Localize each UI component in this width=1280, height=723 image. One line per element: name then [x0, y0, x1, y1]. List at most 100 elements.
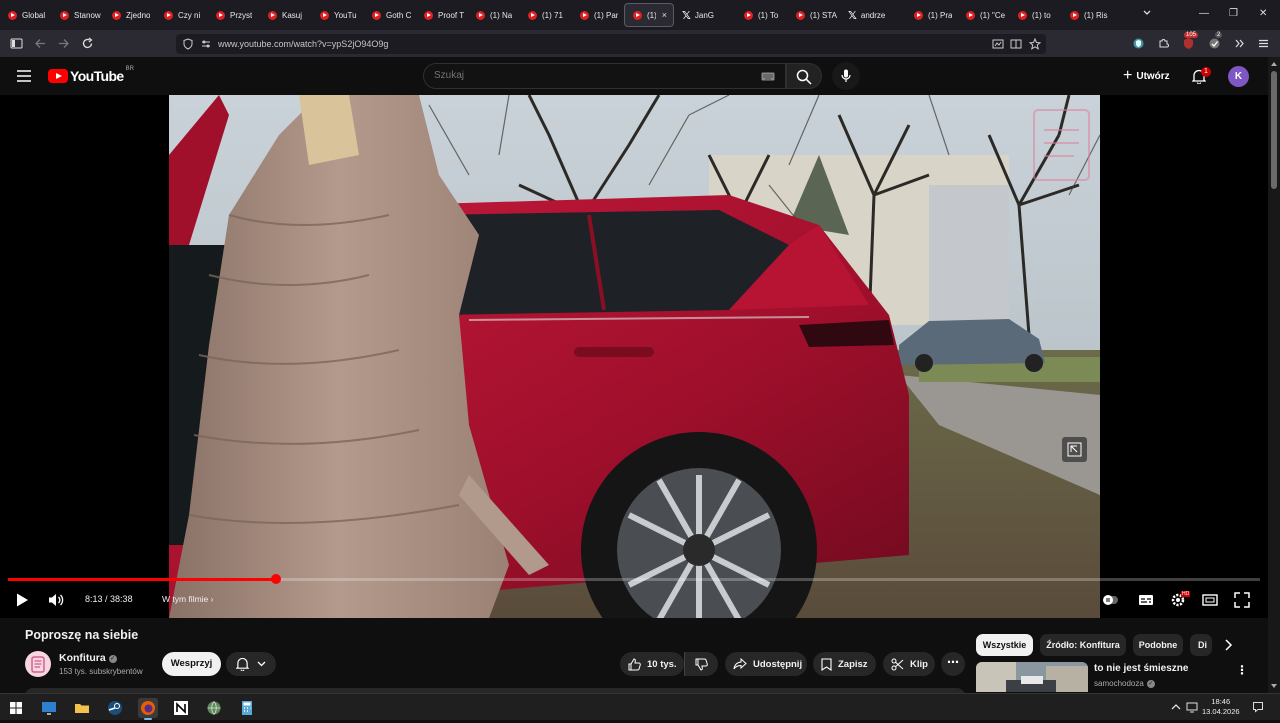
windows-start-icon[interactable]	[6, 698, 26, 718]
browser-tab[interactable]: Kasuj	[260, 2, 312, 28]
chapter-button[interactable]: W tym filmie ›	[162, 594, 214, 604]
browser-tab[interactable]: Stanow	[52, 2, 104, 28]
maximize-icon[interactable]: ❐	[1229, 8, 1238, 19]
browser-tab[interactable]: 𝕏 JanG	[674, 2, 736, 28]
taskbar-steam[interactable]	[105, 698, 125, 718]
back-arrow-icon[interactable]	[34, 37, 47, 50]
like-button[interactable]: 10 tys.	[620, 652, 684, 676]
taskbar-globe-app[interactable]	[204, 698, 224, 718]
recommendation-more-icon[interactable]: ⋮	[1236, 663, 1248, 677]
progress-bar[interactable]	[8, 574, 1260, 584]
video-frame[interactable]	[169, 95, 1100, 618]
support-button[interactable]: Wesprzyj	[162, 652, 221, 676]
channel-name[interactable]: Konfitura ✓	[59, 652, 117, 664]
browser-tab[interactable]: 𝕏andrze	[840, 2, 906, 28]
miniplayer-overlay-button[interactable]	[1062, 437, 1087, 462]
taskbar-firefox[interactable]	[138, 698, 158, 720]
browser-tab[interactable]: (1) Na	[468, 2, 520, 28]
browser-tab[interactable]: (1) STA	[788, 2, 840, 28]
bookmark-star-icon[interactable]	[1029, 38, 1041, 50]
guide-menu-icon[interactable]	[17, 70, 31, 82]
address-bar[interactable]: www.youtube.com/watch?v=ypS2jO94O9g	[176, 34, 1046, 54]
taskbar-file-explorer[interactable]	[72, 698, 92, 718]
volume-icon[interactable]	[48, 592, 64, 608]
subtitles-icon[interactable]	[1138, 592, 1154, 608]
share-button[interactable]: Udostępnij	[725, 652, 807, 676]
hamburger-menu-icon[interactable]	[1257, 37, 1270, 50]
play-icon[interactable]	[14, 592, 30, 608]
notification-center-icon[interactable]	[1252, 701, 1264, 713]
browser-tab[interactable]: Proof T	[416, 2, 468, 28]
fullscreen-icon[interactable]	[1234, 592, 1250, 608]
scroll-down-arrow-icon[interactable]	[1271, 683, 1277, 689]
forward-arrow-icon[interactable]	[57, 37, 70, 50]
screenshot-icon[interactable]	[992, 38, 1004, 50]
container-extension-icon[interactable]	[1208, 37, 1221, 50]
youtube-play-logo-icon	[48, 69, 68, 83]
taskbar-notion[interactable]	[171, 698, 191, 718]
browser-tab[interactable]: (1) 71	[520, 2, 572, 28]
url-text[interactable]: www.youtube.com/watch?v=ypS2jO94O9g	[218, 39, 388, 49]
chip-source-channel[interactable]: Źródło: Konfitura	[1040, 634, 1126, 656]
close-tab-icon[interactable]: ×	[662, 10, 667, 20]
chip-all[interactable]: Wszystkie	[976, 634, 1033, 656]
browser-tab[interactable]: Przyst	[208, 2, 260, 28]
voice-search-button[interactable]	[832, 62, 860, 90]
autoplay-toggle-icon[interactable]	[1103, 592, 1119, 608]
minimize-icon[interactable]: —	[1199, 8, 1209, 19]
more-actions-icon[interactable]: ⋯	[941, 652, 965, 676]
shield-icon[interactable]	[182, 38, 194, 50]
browser-tab-label: (1) K	[647, 10, 656, 20]
taskbar-monitor-app[interactable]	[39, 698, 59, 718]
taskbar-clock[interactable]: 18:46 13.04.2026	[1202, 697, 1240, 717]
page-scrollbar[interactable]	[1268, 57, 1280, 693]
dislike-button[interactable]	[684, 652, 718, 676]
close-window-icon[interactable]: ✕	[1259, 8, 1267, 19]
overflow-chevrons-icon[interactable]	[1233, 37, 1246, 50]
search-button[interactable]	[786, 63, 822, 89]
browser-tab[interactable]: (1) to	[1010, 2, 1062, 28]
progress-scrubber-handle[interactable]	[271, 574, 281, 584]
taskbar-calculator[interactable]	[237, 698, 257, 718]
chips-next-chevron-icon[interactable]	[1222, 638, 1234, 652]
browser-tab[interactable]: (1) K ×	[624, 3, 674, 27]
scroll-up-arrow-icon[interactable]	[1271, 61, 1277, 67]
adblock-extension-icon[interactable]	[1182, 37, 1195, 50]
subscription-notifications-button[interactable]	[226, 652, 276, 676]
browser-tab[interactable]: (1) Pra	[906, 2, 958, 28]
browser-tab[interactable]: Global	[0, 2, 52, 28]
chip-partial[interactable]: Di	[1190, 634, 1212, 656]
youtube-icon	[476, 10, 485, 20]
scrollbar-thumb[interactable]	[1271, 71, 1277, 189]
keyboard-icon[interactable]	[761, 72, 775, 81]
video-player[interactable]: 8:13 / 38:38 W tym filmie › HD	[0, 95, 1268, 618]
youtube-logo[interactable]: YouTube BR	[48, 66, 134, 84]
browser-tab[interactable]: YouTu	[312, 2, 364, 28]
reader-view-icon[interactable]	[1010, 38, 1022, 50]
browser-tab[interactable]: (1) Ris	[1062, 2, 1114, 28]
browser-tab[interactable]: (1) Par	[572, 2, 624, 28]
browser-tab[interactable]: Zjedno	[104, 2, 156, 28]
theater-mode-icon[interactable]	[1202, 592, 1218, 608]
browser-tab[interactable]: (1) "Ce	[958, 2, 1010, 28]
windows-taskbar: 18:46 13.04.2026	[0, 693, 1280, 720]
tray-chevron-up-icon[interactable]	[1170, 701, 1182, 713]
tab-list-chevron-icon[interactable]	[1142, 8, 1152, 18]
sidebar-toggle-icon[interactable]	[10, 37, 23, 50]
browser-tab[interactable]: Czy ni	[156, 2, 208, 28]
browser-tab[interactable]: (1) To	[736, 2, 788, 28]
recommendation-thumbnail[interactable]	[976, 662, 1088, 692]
extensions-puzzle-icon[interactable]	[1157, 37, 1170, 50]
vpn-extension-icon[interactable]	[1132, 37, 1145, 50]
browser-tab[interactable]: Goth C	[364, 2, 416, 28]
clip-button[interactable]: Klip	[883, 652, 935, 676]
search-input[interactable]	[434, 70, 734, 81]
permissions-icon[interactable]	[200, 38, 212, 50]
account-avatar[interactable]: K	[1228, 66, 1249, 87]
reload-icon[interactable]	[81, 37, 94, 50]
save-button[interactable]: Zapisz	[813, 652, 876, 676]
chip-related[interactable]: Podobne	[1133, 634, 1183, 656]
recommendation-title[interactable]: to nie jest śmieszne	[1094, 663, 1188, 674]
channel-avatar[interactable]	[25, 651, 51, 677]
create-button[interactable]: + Utwórz	[1115, 64, 1178, 88]
